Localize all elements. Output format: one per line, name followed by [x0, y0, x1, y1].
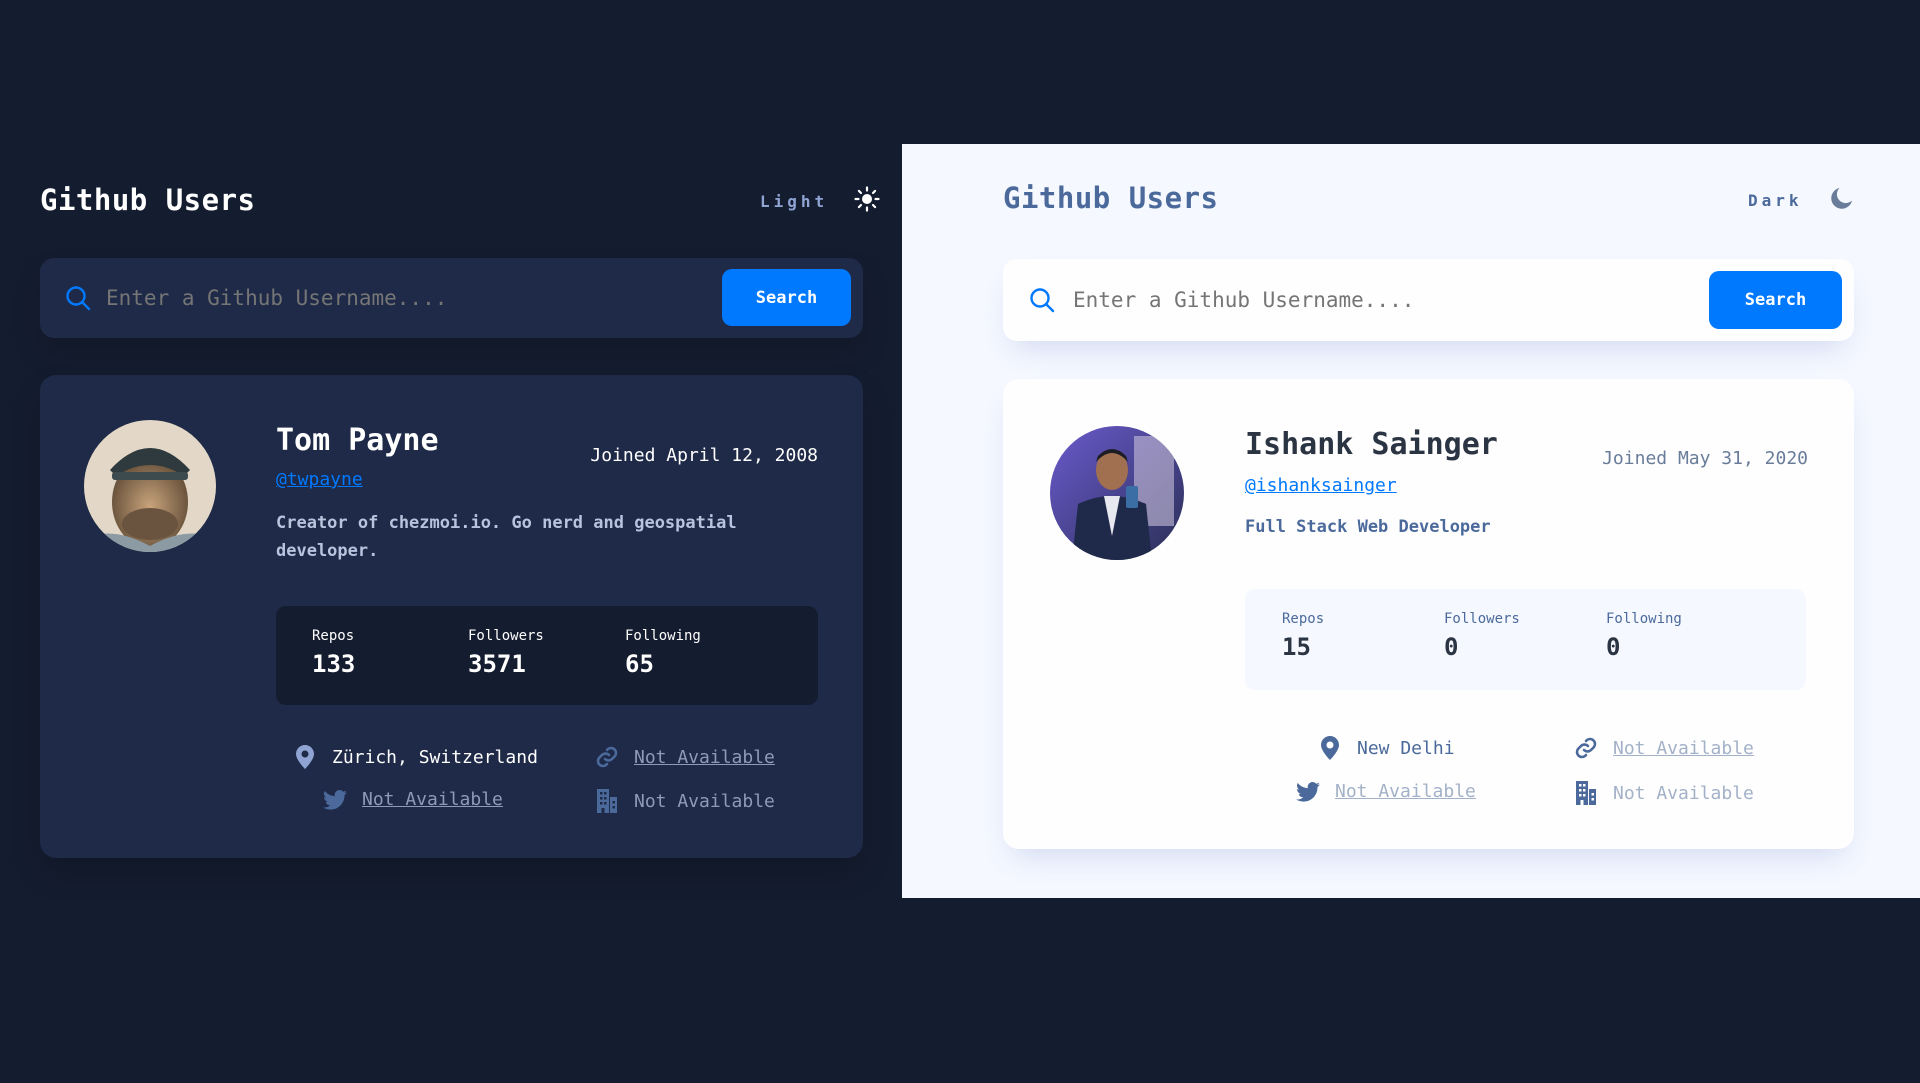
twitter-icon	[1295, 781, 1321, 802]
app-title: Github Users	[40, 183, 256, 217]
search-input[interactable]	[1073, 282, 1693, 318]
location-text: New Delhi	[1357, 737, 1455, 759]
user-name: Ishank Sainger	[1245, 427, 1498, 462]
stat-followers: Followers 0	[1444, 611, 1520, 661]
joined-date: Joined April 12, 2008	[590, 445, 818, 466]
stat-label: Followers	[468, 628, 544, 644]
avatar	[84, 420, 216, 552]
stat-following: Following 65	[625, 628, 701, 678]
twitter-link[interactable]: Not Available	[1335, 781, 1476, 802]
user-bio: Full Stack Web Developer	[1245, 517, 1491, 537]
link-icon	[1573, 736, 1599, 760]
theme-toggle[interactable]: Light	[760, 186, 880, 216]
location-item: New Delhi	[1317, 736, 1455, 760]
stat-label: Repos	[1282, 611, 1325, 627]
user-handle-link[interactable]: @twpayne	[276, 469, 363, 490]
stat-value: 0	[1444, 633, 1459, 661]
stat-value: 65	[625, 650, 654, 678]
theme-toggle-label[interactable]: Dark	[1748, 191, 1803, 210]
joined-date: Joined May 31, 2020	[1602, 448, 1808, 469]
twitter-link[interactable]: Not Available	[362, 789, 503, 810]
location-item: Zürich, Switzerland	[292, 745, 538, 769]
search-bar: Search	[1003, 259, 1854, 341]
user-name: Tom Payne	[276, 423, 439, 458]
website-link[interactable]: Not Available	[634, 747, 775, 768]
building-icon	[1573, 781, 1599, 805]
stat-followers: Followers 3571	[468, 628, 544, 678]
twitter-icon	[322, 789, 348, 810]
stat-label: Following	[625, 628, 701, 644]
moon-icon[interactable]	[1829, 185, 1855, 215]
search-input[interactable]	[106, 280, 726, 316]
stats-panel: Repos 15 Followers 0 Following 0	[1245, 589, 1806, 690]
user-profile-card: Ishank Sainger @ishanksainger Joined May…	[1003, 379, 1854, 849]
light-theme-panel: Github Users Dark Search Ishank S	[902, 144, 1920, 898]
stat-value: 0	[1606, 633, 1621, 661]
website-item: Not Available	[1573, 736, 1754, 760]
company-item: Not Available	[1573, 781, 1754, 805]
user-profile-card: Tom Payne @twpayne Joined April 12, 2008…	[40, 375, 863, 858]
search-icon	[1029, 287, 1055, 317]
company-text: Not Available	[634, 790, 775, 812]
stat-label: Following	[1606, 611, 1682, 627]
app-title: Github Users	[1003, 181, 1219, 215]
stat-value: 3571	[468, 650, 526, 678]
twitter-item: Not Available	[1295, 781, 1476, 802]
search-bar: Search	[40, 258, 863, 338]
stat-repos: Repos 133	[312, 628, 355, 678]
search-button[interactable]: Search	[722, 269, 851, 326]
user-handle-link[interactable]: @ishanksainger	[1245, 475, 1397, 496]
theme-toggle[interactable]: Dark	[1748, 185, 1855, 215]
stat-following: Following 0	[1606, 611, 1682, 661]
stats-panel: Repos 133 Followers 3571 Following 65	[276, 606, 818, 705]
location-pin-icon	[1317, 736, 1343, 760]
company-text: Not Available	[1613, 782, 1754, 804]
app-header: Github Users	[40, 183, 256, 217]
stat-value: 133	[312, 650, 356, 678]
stat-value: 15	[1282, 633, 1311, 661]
theme-toggle-label[interactable]: Light	[760, 192, 828, 211]
search-icon	[65, 285, 91, 315]
user-bio: Creator of chezmoi.io. Go nerd and geosp…	[276, 513, 737, 561]
avatar	[1050, 426, 1184, 560]
location-pin-icon	[292, 745, 318, 769]
dark-theme-panel: Github Users Light Search	[0, 0, 902, 1083]
search-button[interactable]: Search	[1709, 271, 1842, 329]
building-icon	[594, 789, 620, 813]
app-header: Github Users	[1003, 181, 1219, 215]
company-item: Not Available	[594, 789, 775, 813]
location-text: Zürich, Switzerland	[332, 746, 538, 768]
stat-label: Followers	[1444, 611, 1520, 627]
website-link[interactable]: Not Available	[1613, 738, 1754, 759]
link-icon	[594, 745, 620, 769]
stat-label: Repos	[312, 628, 355, 644]
stat-repos: Repos 15	[1282, 611, 1324, 661]
sun-icon[interactable]	[854, 186, 880, 216]
twitter-item: Not Available	[322, 789, 503, 810]
website-item: Not Available	[594, 745, 775, 769]
